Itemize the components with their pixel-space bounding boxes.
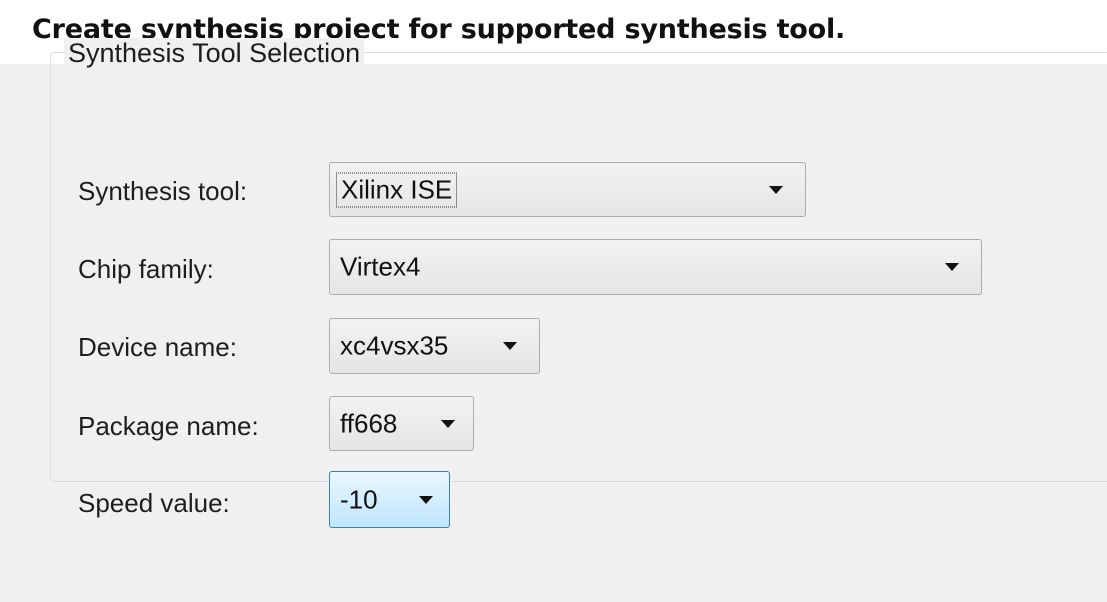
chevron-down-icon <box>419 495 433 504</box>
synthesis-tool-select[interactable]: Xilinx ISE <box>329 162 806 217</box>
chevron-down-icon <box>441 419 455 428</box>
chip-family-label: Chip family: <box>78 254 214 284</box>
chevron-down-icon <box>503 342 517 350</box>
package-name-select[interactable]: ff668 <box>329 396 474 451</box>
chip-family-value: Virtex4 <box>340 251 421 282</box>
chip-family-select[interactable]: Virtex4 <box>329 239 982 295</box>
package-name-label: Package name: <box>78 411 259 441</box>
group-title: Synthesis Tool Selection <box>64 38 365 69</box>
chevron-down-icon <box>945 263 959 271</box>
synthesis-tool-value: Xilinx ISE <box>335 172 458 207</box>
device-name-label: Device name: <box>78 332 237 362</box>
device-name-select[interactable]: xc4vsx35 <box>329 318 540 374</box>
speed-value-value: -10 <box>340 484 378 514</box>
chevron-down-icon <box>769 185 783 194</box>
synthesis-tool-label: Synthesis tool: <box>78 176 248 206</box>
package-name-value: ff668 <box>340 408 398 438</box>
speed-value-label: Speed value: <box>78 488 230 518</box>
speed-value-select[interactable]: -10 <box>329 471 450 528</box>
device-name-value: xc4vsx35 <box>340 330 449 361</box>
